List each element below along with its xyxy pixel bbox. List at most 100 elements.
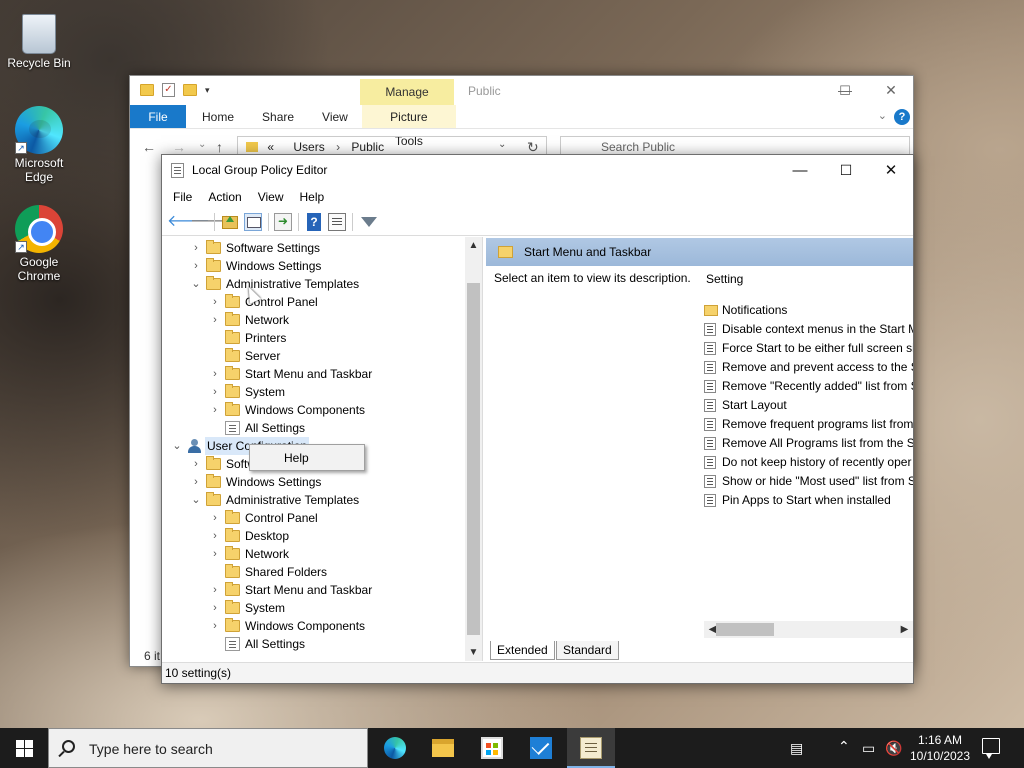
group-policy-editor-window[interactable]: Local Group Policy Editor — ☐ ✕ File Act… [161,154,914,684]
chevron-down-icon[interactable]: ⌄ [878,109,887,122]
taskbar-search-box[interactable]: Type here to search [48,728,368,768]
settings-list[interactable]: Setting Notifications Disable context men… [696,267,913,627]
tree-item[interactable]: › Windows Components [163,401,463,419]
tree-item[interactable]: All Settings [163,419,463,437]
explorer-titlebar[interactable]: ✓ ▾ Manage Public — ☐ ✕ [130,76,913,105]
tree-item[interactable]: › Network [163,311,463,329]
tree-item[interactable]: › Network [163,545,463,563]
taskbar-app-group-policy-editor[interactable] [567,728,615,768]
chevron-right-icon[interactable]: › [209,365,221,383]
tree-item[interactable]: Server [163,347,463,365]
show-hidden-icons-chevron-icon[interactable]: ⌃ [838,738,850,755]
chevron-right-icon[interactable]: › [209,599,221,617]
chevron-right-icon[interactable]: › [190,257,202,275]
network-icon[interactable]: ▭ [862,740,875,757]
new-folder-icon[interactable] [183,84,197,96]
ribbon-tab-home[interactable]: Home [186,105,248,128]
context-menu-help[interactable]: Help [284,451,309,465]
chevron-right-icon[interactable]: › [209,383,221,401]
taskbar-app-file-explorer[interactable] [419,728,467,768]
help-icon[interactable]: ? [307,213,321,231]
taskbar-clock[interactable]: 1:16 AM 10/10/2023 [902,732,978,764]
scroll-up-icon[interactable]: ▲ [465,237,482,254]
chevron-right-icon[interactable]: › [190,455,202,473]
up-folder-icon[interactable] [222,216,238,229]
tree-item[interactable]: › Start Menu and Taskbar [163,581,463,599]
close-button[interactable]: ✕ [868,76,914,105]
tree-item[interactable]: › System [163,599,463,617]
chevron-right-icon[interactable]: › [209,545,221,563]
chevron-right-icon[interactable]: › [209,293,221,311]
maximize-button[interactable]: ☐ [823,155,869,186]
export-list-icon[interactable] [274,213,292,231]
manage-contextual-tab[interactable]: Manage [360,79,454,105]
desktop-icon-edge[interactable]: ↗ Microsoft Edge [2,106,76,184]
tree-item[interactable]: › Windows Components [163,617,463,635]
maximize-button[interactable]: ☐ [822,76,868,105]
tree-item[interactable]: Printers [163,329,463,347]
tree-vertical-scrollbar[interactable]: ▲ ▼ [465,237,482,661]
breadcrumb-public[interactable]: Public [351,140,384,154]
chevron-right-icon[interactable]: › [209,509,221,527]
address-dropdown-icon[interactable]: ⌄ [498,139,506,150]
desktop-icon-chrome[interactable]: ↗ Google Chrome [2,205,76,283]
chevron-right-icon[interactable]: › [209,617,221,635]
chevron-right-icon[interactable]: › [209,581,221,599]
customize-dropdown-icon[interactable]: ▾ [205,85,210,96]
properties-icon[interactable] [328,213,346,231]
show-hide-tree-icon[interactable] [244,213,262,231]
ribbon-tab-picture-tools[interactable]: Picture Tools [361,105,456,148]
forward-arrow-icon[interactable]: → [172,139,186,155]
help-icon[interactable]: ? [894,109,910,125]
ribbon-tab-file[interactable]: File [130,105,186,128]
tree-item[interactable]: › System [163,383,463,401]
tree-item[interactable]: › Software Settings [163,239,463,257]
chevron-down-icon[interactable]: ⌄ [190,491,202,509]
tree-item[interactable]: › Control Panel [163,509,463,527]
chevron-down-icon[interactable]: ⌄ [171,437,183,455]
taskbar-app-edge[interactable] [371,728,419,768]
scroll-down-icon[interactable]: ▼ [465,644,482,661]
filter-icon[interactable] [361,217,377,227]
desktop-icon-recycle-bin[interactable]: Recycle Bin [2,8,76,70]
scroll-right-icon[interactable]: ▶ [896,621,913,638]
ribbon-tab-share[interactable]: Share [248,105,308,128]
menu-view[interactable]: View [250,186,292,208]
taskbar-app-store[interactable] [468,728,516,768]
scroll-thumb[interactable] [716,623,774,636]
chevron-right-icon[interactable]: › [209,401,221,419]
tab-standard[interactable]: Standard [556,641,619,660]
breadcrumb-users[interactable]: Users [293,140,324,154]
breadcrumb-overflow[interactable]: « [267,140,274,154]
settings-horizontal-scrollbar[interactable]: ◀ ▶ [704,621,913,638]
close-button[interactable]: ✕ [868,155,914,186]
ribbon-tab-view[interactable]: View [308,105,362,128]
menu-help[interactable]: Help [292,186,333,208]
notification-center-icon[interactable] [982,738,1000,759]
tab-extended[interactable]: Extended [490,641,555,660]
chevron-right-icon[interactable]: › [190,473,202,491]
minimize-button[interactable]: — [777,155,823,186]
tree-item[interactable]: › Start Menu and Taskbar [163,365,463,383]
tree-item[interactable]: › Desktop [163,527,463,545]
start-button[interactable] [0,728,48,768]
taskbar-app-mail[interactable] [517,728,565,768]
column-header-setting[interactable]: Setting [706,272,743,286]
volume-muted-icon[interactable]: 🔇 [885,740,902,757]
up-arrow-icon[interactable]: ↑ [216,139,223,155]
tree-item[interactable]: Shared Folders [163,563,463,581]
chevron-down-icon[interactable]: ⌄ [190,275,202,293]
recent-locations-icon[interactable]: ⌄ [198,139,206,150]
chevron-right-icon[interactable]: › [209,527,221,545]
tree-item[interactable]: › Windows Settings [163,473,463,491]
menu-file[interactable]: File [165,186,200,208]
tree-item[interactable]: › Control Panel [163,293,463,311]
back-icon[interactable]: 🡐 [167,213,210,231]
news-widget-icon[interactable]: ▤ [790,740,803,757]
forward-icon[interactable]: 🡒 [190,213,233,231]
chevron-right-icon[interactable]: › [209,311,221,329]
gpe-titlebar[interactable]: Local Group Policy Editor — ☐ ✕ [162,155,913,186]
menu-action[interactable]: Action [200,186,249,208]
scroll-thumb[interactable] [467,283,480,635]
back-arrow-icon[interactable]: ← [142,139,156,155]
